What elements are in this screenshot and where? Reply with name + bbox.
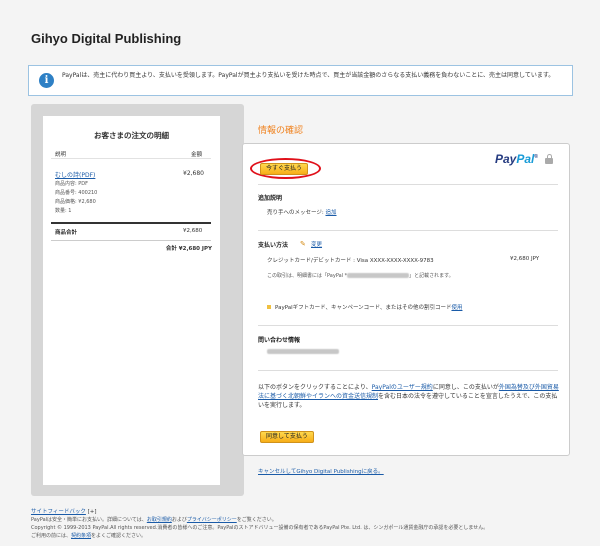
info-banner: i PayPalは、売主に代わり買主より、支払いを受領します。PayPalが買主… <box>28 65 573 96</box>
seller-message-row: 売り手へのメッセージ: 追加 <box>267 210 337 216</box>
user-agreement-link[interactable]: PayPalのユーザー規約 <box>372 384 433 391</box>
footer-terms-line: ご利用の前には、契約条項をよくご確認ください。 <box>31 533 147 539</box>
order-total: 合計 ¥2,680 JPY <box>165 246 212 252</box>
order-summary-panel: お客さまの注文の明細 説明 金額 むしの詩(PDF) ¥2,680 商品内容: … <box>43 116 220 485</box>
review-title: 情報の確認 <box>258 126 304 136</box>
section-divider <box>258 370 558 371</box>
paypal-logo: PayPal® <box>495 152 539 166</box>
section-divider <box>258 325 558 326</box>
additional-info-heading: 追加説明 <box>258 195 283 202</box>
footer-copyright: Copyright © 1999-2013 PayPal.All rights … <box>31 525 489 531</box>
col-description: 説明 <box>55 152 67 158</box>
payment-amount: ¥2,680 JPY <box>510 256 540 262</box>
order-table-header: 説明 金額 <box>51 150 211 159</box>
privacy-policy-link[interactable]: プライバシーポリシー <box>187 517 237 523</box>
payment-method-heading: 支払い方法 <box>258 242 289 249</box>
section-divider <box>258 184 558 185</box>
col-amount: 金額 <box>191 152 203 158</box>
total-divider <box>51 240 211 241</box>
contract-terms-link[interactable]: 契約条項 <box>71 533 91 539</box>
info-banner-text: PayPalは、売主に代わり買主より、支払いを受領します。PayPalが買主より… <box>62 72 555 79</box>
item-detail: 商品番号: 400210 <box>55 190 98 196</box>
subtotal-label: 商品合計 <box>55 230 78 236</box>
lock-icon <box>545 154 553 164</box>
order-divider <box>51 222 211 224</box>
pencil-icon: ✎ <box>300 240 306 248</box>
use-gift-code-link[interactable]: 使用 <box>451 305 462 311</box>
change-payment-link[interactable]: 変更 <box>311 240 322 248</box>
merchant-title: Gihyo Digital Publishing <box>31 31 182 46</box>
agree-and-pay-button[interactable]: 同意して支払う <box>260 431 314 443</box>
item-detail: 数量: 1 <box>55 208 72 214</box>
order-summary-title: お客さまの注文の明細 <box>94 131 169 140</box>
gift-card-icon <box>267 305 271 309</box>
cancel-return-link[interactable]: キャンセルしてGihyo Digital Publishingに戻る。 <box>258 467 384 475</box>
terms-of-service-link[interactable]: お取引規約 <box>147 517 172 523</box>
site-feedback[interactable]: サイトフィードバック [+] <box>31 507 97 515</box>
terms-text: 以下のボタンをクリックすることにより、PayPalのユーザー規約に同意し、この支… <box>258 384 559 409</box>
statement-note: この取引は、明細書には「PayPal * 」と記載されます。 <box>267 273 454 279</box>
contact-email-redacted <box>267 349 339 354</box>
item-name-link[interactable]: むしの詩(PDF) <box>55 170 95 179</box>
add-message-link[interactable]: 追加 <box>326 210 337 216</box>
footer-policy-line: PayPalは安全・簡単にお支払い。詳細については、お取引規約およびプライバシー… <box>31 517 277 523</box>
gift-card-row: PayPalギフトカード、キャンペーンコード、またはその他の割引コード使用 <box>275 305 463 311</box>
card-info: クレジットカード/デビットカード : Visa XXXX-XXXX-XXXX-9… <box>267 258 434 264</box>
contact-info-heading: 問い合わせ情報 <box>258 337 301 344</box>
info-icon: i <box>39 73 54 88</box>
pay-now-button[interactable]: 今すぐ支払う <box>260 163 309 175</box>
item-detail: 商品価格: ¥2,680 <box>55 199 96 205</box>
section-divider <box>258 230 558 231</box>
subtotal-value: ¥2,680 <box>183 228 203 234</box>
item-price: ¥2,680 <box>183 170 204 177</box>
item-detail: 商品内容: PDF <box>55 181 89 187</box>
